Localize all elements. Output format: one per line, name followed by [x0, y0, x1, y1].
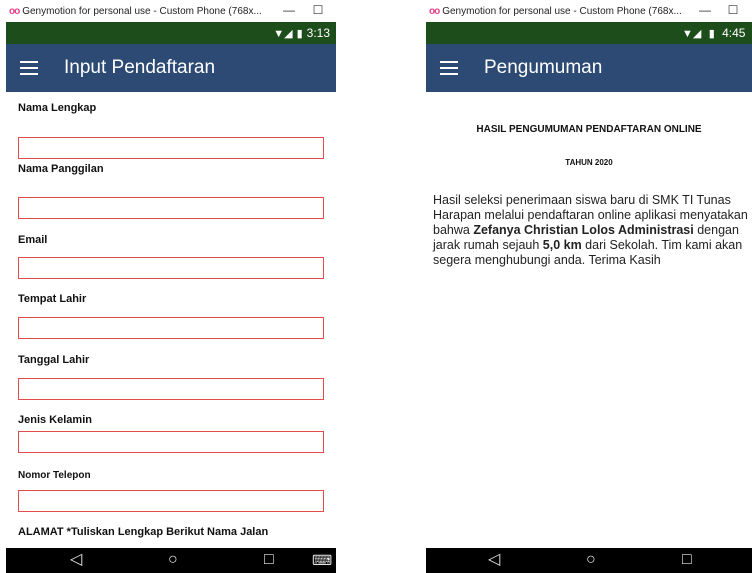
android-status-bar: ▼◢ ▮ 3:13 — [6, 22, 336, 44]
battery-icon: ▮ — [708, 28, 715, 40]
status-time: 4:45 — [722, 26, 746, 40]
label-nama-lengkap: Nama Lengkap — [18, 102, 97, 114]
minimize-button[interactable]: — — [282, 3, 296, 17]
home-icon[interactable]: ○ — [586, 550, 596, 570]
wifi-signal-icon: ▼◢ — [273, 27, 293, 40]
status-time: 3:13 — [306, 26, 330, 40]
label-tempat-lahir: Tempat Lahir — [18, 293, 87, 305]
android-status-bar: ▼◢ ▮ 4:45 — [426, 22, 752, 44]
label-tanggal-lahir: Tanggal Lahir — [18, 354, 90, 366]
hamburger-menu-icon[interactable] — [440, 61, 458, 75]
genymotion-logo-icon: oo — [9, 5, 20, 17]
announcement-heading: HASIL PENGUMUMAN PENDAFTARAN ONLINE — [476, 124, 702, 135]
maximize-button[interactable]: ☐ — [311, 3, 325, 17]
minimize-button[interactable]: — — [698, 3, 712, 17]
input-nama-panggilan[interactable] — [18, 197, 324, 219]
window-title: Genymotion for personal use - Custom Pho… — [442, 5, 682, 17]
android-nav-bar: ◁ ○ □ — [426, 548, 752, 573]
left-emulator-window: oo Genymotion for personal use - Custom … — [6, 0, 336, 573]
back-icon[interactable]: ◁ — [488, 550, 500, 570]
window-titlebar: oo Genymotion for personal use - Custom … — [6, 0, 336, 23]
input-nomor-telepon[interactable] — [18, 490, 324, 512]
student-status: Zefanya Christian Lolos Administrasi — [473, 223, 694, 237]
page-title: Input Pendaftaran — [64, 57, 216, 78]
announcement-content: HASIL PENGUMUMAN PENDAFTARAN ONLINE TAHU… — [426, 92, 752, 548]
announcement-body: Hasil seleksi penerimaan siswa baru di S… — [433, 193, 750, 268]
distance-value: 5,0 km — [542, 238, 582, 252]
label-jenis-kelamin: Jenis Kelamin — [18, 414, 92, 426]
app-toolbar: Pengumuman — [426, 44, 752, 92]
battery-icon: ▮ — [296, 27, 303, 40]
window-titlebar: oo Genymotion for personal use - Custom … — [426, 0, 752, 23]
app-toolbar: Input Pendaftaran — [6, 44, 336, 92]
android-nav-bar: ◁ ○ □ ⌨ — [6, 548, 336, 573]
page-title: Pengumuman — [484, 57, 603, 78]
input-jenis-kelamin[interactable] — [18, 431, 324, 453]
recent-apps-icon[interactable]: □ — [682, 550, 692, 570]
home-icon[interactable]: ○ — [168, 550, 178, 570]
announcement-year: TAHUN 2020 — [565, 158, 613, 167]
label-alamat: ALAMAT *Tuliskan Lengkap Berikut Nama Ja… — [18, 526, 269, 538]
maximize-button[interactable]: ☐ — [726, 3, 740, 17]
recent-apps-icon[interactable]: □ — [264, 550, 274, 570]
label-nama-panggilan: Nama Panggilan — [18, 163, 104, 175]
right-emulator-window: oo Genymotion for personal use - Custom … — [426, 0, 752, 573]
registration-form: Nama Lengkap Nama Panggilan Email Tempat… — [6, 92, 336, 548]
label-nomor-telepon: Nomor Telepon — [18, 470, 91, 481]
keyboard-icon[interactable]: ⌨ — [312, 550, 332, 570]
window-title: Genymotion for personal use - Custom Pho… — [22, 5, 262, 17]
label-email: Email — [18, 234, 48, 246]
input-nama-lengkap[interactable] — [18, 137, 324, 159]
input-tanggal-lahir[interactable] — [18, 378, 324, 400]
back-icon[interactable]: ◁ — [70, 550, 82, 570]
input-tempat-lahir[interactable] — [18, 317, 324, 339]
wifi-signal-icon: ▼◢ — [682, 28, 702, 40]
genymotion-logo-icon: oo — [429, 5, 440, 17]
input-email[interactable] — [18, 257, 324, 279]
hamburger-menu-icon[interactable] — [20, 61, 38, 75]
